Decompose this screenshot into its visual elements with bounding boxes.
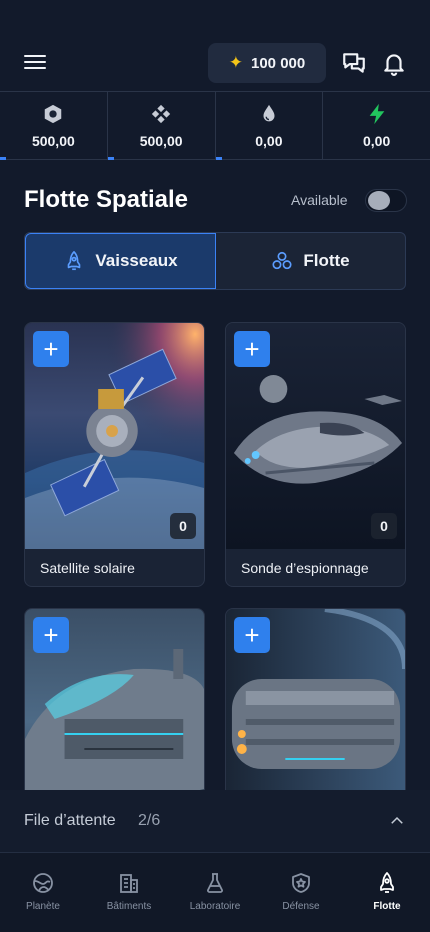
ship-card[interactable]: + [24,608,205,808]
menu-icon-line [24,61,46,63]
planet-icon [33,873,53,893]
chat-icon[interactable] [341,50,367,76]
energy-bolt-icon [369,103,384,124]
water-drop-icon [263,104,275,121]
ship-name: Sonde d’espionnage [241,560,369,576]
menu-icon-line [24,55,46,57]
hexagon-metal-icon [45,104,62,123]
nav-label: Laboratoire [189,901,241,912]
available-label: Available [291,192,348,208]
nav-flotte[interactable]: Flotte [344,853,430,932]
nav-batiments[interactable]: Bâtiments [86,853,172,932]
menu-icon-line [24,67,46,69]
ship-count-badge: 0 [371,513,397,539]
credits-badge[interactable]: ✦ 100 000 [208,43,326,83]
available-toggle[interactable] [365,189,407,212]
resource-metal[interactable]: 500,00 [0,92,108,160]
page-title: Flotte Spatiale [24,186,189,213]
crystal-diamond-icon [151,104,171,123]
resource-value: 500,00 [31,132,75,149]
queue-label: File d’attente [24,812,116,829]
resource-deuterium[interactable]: 0,00 [215,92,324,160]
add-button[interactable]: + [234,617,270,653]
ship-card-probe[interactable]: + 0 Sonde d’espionnage [225,322,406,587]
ship-card[interactable]: + [225,608,406,808]
star-icon: ✦ [228,53,243,72]
resource-progress [107,157,114,160]
chevron-up-icon[interactable] [388,812,406,830]
resource-value: 0,00 [363,132,391,149]
top-bar: ✦ 100 000 [0,0,430,92]
app-root: ✦ 100 000 500,00 500,00 0,00 0,00 Flotte… [0,0,430,932]
resource-value: 0,00 [255,132,283,149]
rocket-icon [68,251,81,271]
tab-vaisseaux[interactable]: Vaisseaux [25,233,216,289]
nav-planete[interactable]: Planète [0,853,86,932]
nav-label: Flotte [373,901,401,912]
resource-bar: 500,00 500,00 0,00 0,00 [0,91,430,160]
resource-crystal[interactable]: 500,00 [107,92,216,160]
tab-bar: Vaisseaux Flotte [24,232,406,290]
ship-count-badge: 0 [170,513,196,539]
add-button[interactable]: + [33,331,69,367]
flask-icon [207,873,223,893]
rocket-icon [380,872,394,893]
tab-label: Flotte [303,251,350,270]
resource-progress [0,157,6,160]
build-queue-bar[interactable]: File d’attente 2/6 [0,790,430,852]
tab-label: Vaisseaux [95,251,178,270]
credits-value: 100 000 [251,54,306,72]
resource-value: 500,00 [139,132,183,149]
menu-button[interactable] [24,52,48,74]
nav-label: Défense [282,901,320,912]
tab-flotte[interactable]: Flotte [216,233,405,289]
bell-icon[interactable] [381,50,407,76]
queue-count: 2/6 [138,812,161,829]
nav-defense[interactable]: Défense [258,853,344,932]
add-button[interactable]: + [234,331,270,367]
nav-label: Planète [26,901,60,912]
buildings-icon [120,874,138,893]
resource-progress [215,157,222,160]
nav-laboratoire[interactable]: Laboratoire [172,853,258,932]
ship-name: Satellite solaire [40,560,135,576]
bottom-nav: Planète Bâtiments Laboratoire Défense Fl… [0,852,430,932]
toggle-knob [368,191,390,210]
shield-star-icon [292,873,310,893]
ship-card-satellite[interactable]: + 0 Satellite solaire [24,322,205,587]
nav-label: Bâtiments [106,901,152,912]
fleet-icon [272,251,292,270]
add-button[interactable]: + [33,617,69,653]
resource-energy[interactable]: 0,00 [323,92,430,159]
